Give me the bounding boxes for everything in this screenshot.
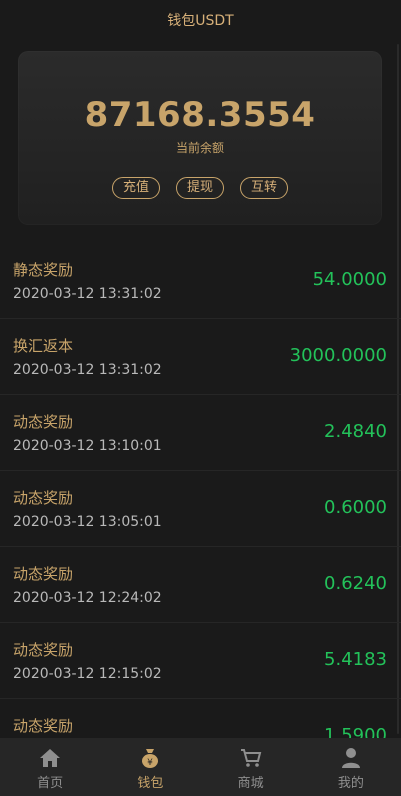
bottom-tab-bar: 首页 ¥ 钱包 商城 我的	[0, 738, 401, 796]
page-title: 钱包USDT	[167, 13, 234, 29]
record-time: 2020-03-12 13:31:02	[13, 362, 162, 378]
tab-label: 商城	[237, 776, 264, 791]
top-bar: 钱包USDT	[0, 0, 401, 40]
record-title: 动态奖励	[13, 717, 74, 735]
record-time: 2020-03-12 13:10:01	[13, 438, 162, 454]
home-icon	[40, 749, 61, 767]
record-title: 动态奖励	[13, 413, 74, 431]
record-title: 换汇返本	[13, 337, 74, 355]
list-item[interactable]: 静态奖励 2020-03-12 13:31:02 54.0000	[0, 243, 401, 319]
tab-mall[interactable]: 商城	[201, 738, 301, 796]
record-amount: 2.4840	[324, 421, 387, 442]
record-amount: 3000.0000	[289, 345, 387, 366]
record-amount: 5.4183	[324, 649, 387, 670]
tab-label: 我的	[337, 776, 364, 791]
record-time: 2020-03-12 13:05:01	[13, 514, 162, 530]
balance-label: 当前余额	[175, 141, 224, 155]
tab-mine[interactable]: 我的	[301, 738, 401, 796]
balance-amount: 87168.3554	[84, 95, 316, 135]
wallet-actions: 充值 提现 互转	[18, 177, 382, 199]
tab-label: 首页	[37, 776, 64, 791]
record-title: 动态奖励	[13, 565, 74, 583]
record-title: 静态奖励	[13, 261, 74, 279]
record-title: 动态奖励	[13, 489, 74, 507]
record-amount: 0.6000	[324, 497, 387, 518]
tab-home[interactable]: 首页	[0, 738, 100, 796]
record-time: 2020-03-12 12:15:02	[13, 666, 162, 682]
transaction-list: 静态奖励 2020-03-12 13:31:02 54.0000 换汇返本 20…	[0, 243, 401, 775]
record-amount: 0.6240	[324, 573, 387, 594]
money-bag-icon: ¥	[142, 749, 159, 768]
tab-wallet[interactable]: ¥ 钱包	[100, 738, 200, 796]
list-item[interactable]: 动态奖励 2020-03-12 12:24:02 0.6240	[0, 547, 401, 623]
record-time: 2020-03-12 13:31:02	[13, 286, 162, 302]
list-item[interactable]: 动态奖励 2020-03-12 13:05:01 0.6000	[0, 471, 401, 547]
list-item[interactable]: 动态奖励 2020-03-12 13:10:01 2.4840	[0, 395, 401, 471]
transfer-button[interactable]: 互转	[240, 177, 289, 199]
user-icon	[341, 748, 360, 768]
cart-icon	[240, 749, 261, 767]
balance-card: 87168.3554 当前余额 充值 提现 互转	[18, 51, 382, 225]
record-time: 2020-03-12 12:24:02	[13, 590, 162, 606]
list-item[interactable]: 动态奖励 2020-03-12 12:15:02 5.4183	[0, 623, 401, 699]
svg-text:¥: ¥	[148, 758, 154, 768]
list-item[interactable]: 换汇返本 2020-03-12 13:31:02 3000.0000	[0, 319, 401, 395]
withdraw-button[interactable]: 提现	[175, 177, 224, 199]
record-amount: 54.0000	[312, 269, 387, 290]
record-title: 动态奖励	[13, 641, 74, 659]
tab-label: 钱包	[137, 776, 164, 791]
recharge-button[interactable]: 充值	[111, 177, 160, 199]
